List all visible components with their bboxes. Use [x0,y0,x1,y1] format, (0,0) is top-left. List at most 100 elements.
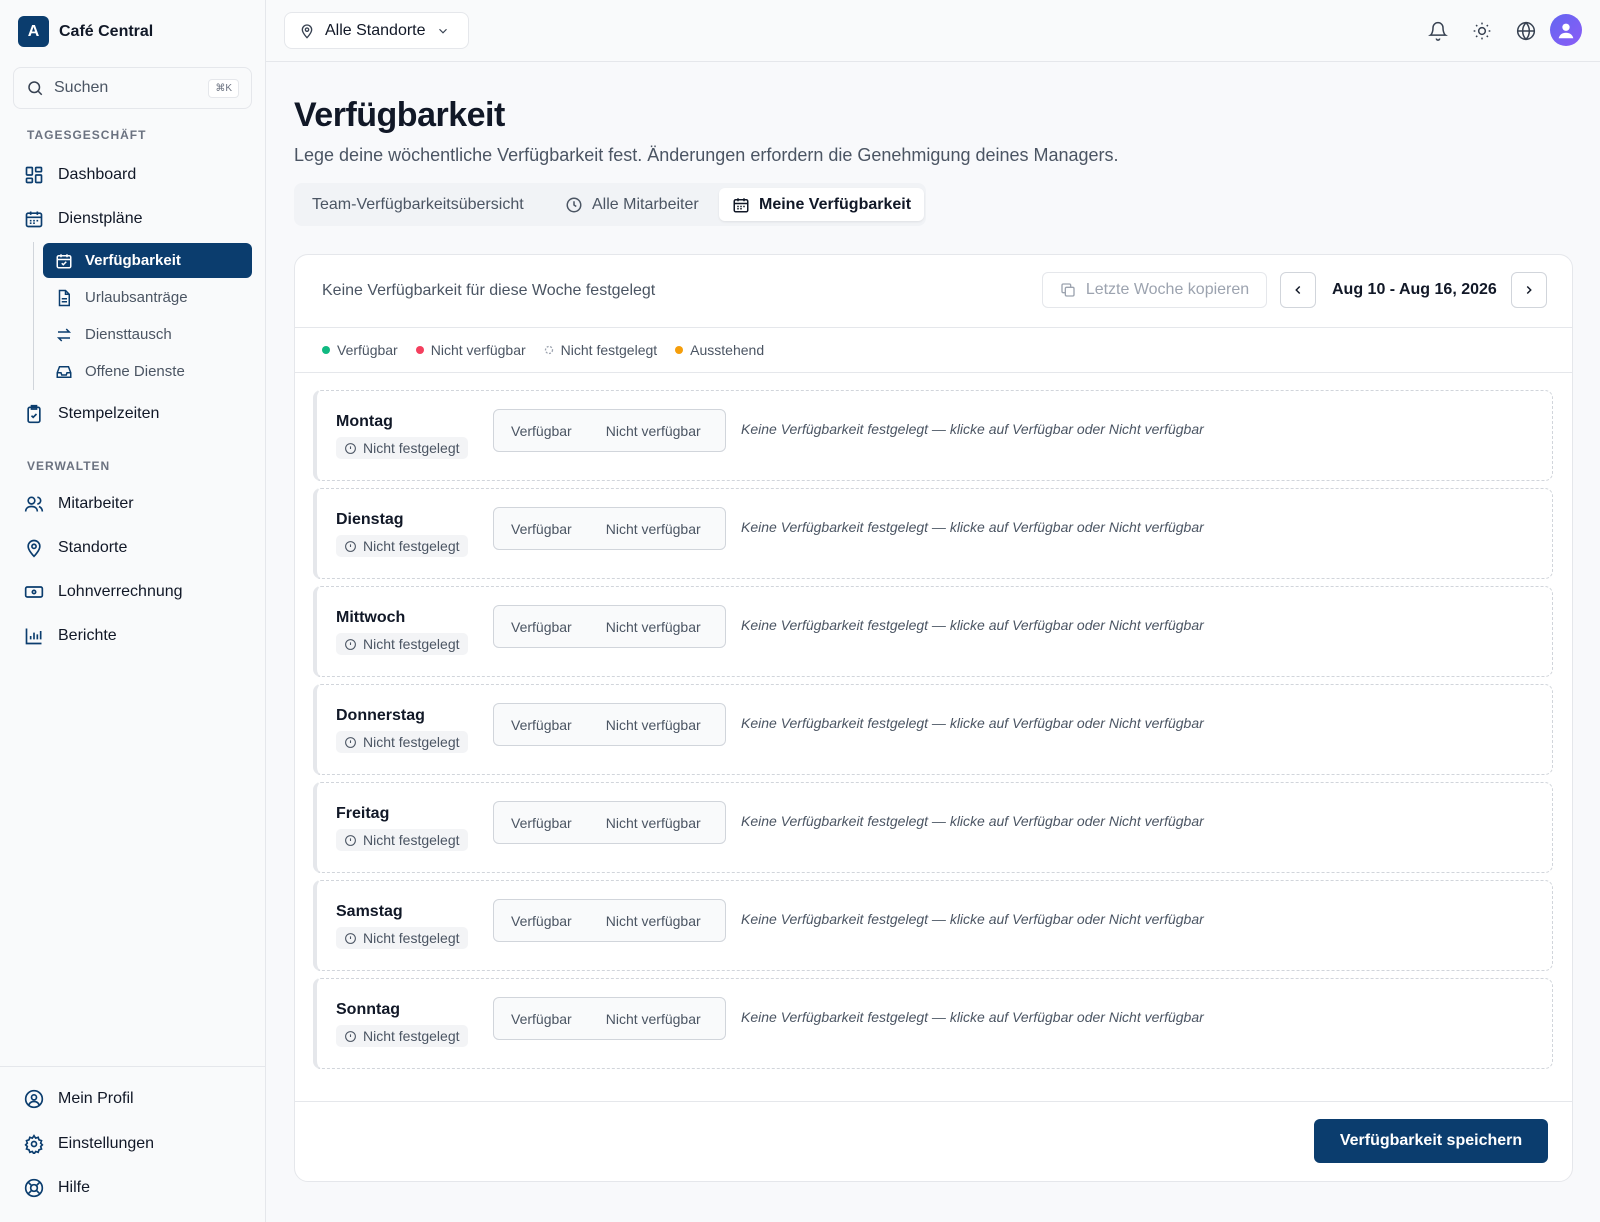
unavailable-button[interactable]: Nicht verfügbar [589,508,718,549]
sidebar-item-reports[interactable]: Berichte [24,622,117,650]
legend-dot [675,346,684,354]
status-badge-label: Nicht festgelegt [363,734,460,750]
sidebar-item-label: Berichte [58,627,117,644]
sidebar-item-label: Dienstpläne [58,210,143,227]
day-hint: Keine Verfügbarkeit festgelegt — klicke … [741,1009,1204,1025]
status-badge: Nicht festgelegt [336,731,468,753]
banknote-icon [24,582,44,602]
swap-icon [55,326,73,344]
status-badge: Nicht festgelegt [336,535,468,557]
search-icon [26,79,44,97]
sidebar-item-label: Stempelzeiten [58,405,160,422]
day-row: Montag Nicht festgelegt Verfügbar Nicht ver… [313,390,1553,481]
available-button[interactable]: Verfügbar [494,900,589,941]
brand-name: Café Central [59,22,154,40]
info-circle-icon [344,442,357,455]
page-title: Verfügbarkeit [294,96,505,134]
status-badge-label: Nicht festgelegt [363,538,460,554]
unavailable-button[interactable]: Nicht verfügbar [589,802,718,843]
save-availability-button[interactable]: Verfügbarkeit speichern [1314,1119,1548,1163]
copy-last-week-label: Letzte Woche kopieren [1085,281,1250,298]
clipboard-check-icon [24,404,44,424]
day-row: Samstag Nicht festgelegt Verfügbar Nicht ve… [313,880,1553,971]
sidebar-item-label: Verfügbarkeit [85,252,181,269]
unavailable-button[interactable]: Nicht verfügbar [589,900,718,941]
next-week-button[interactable] [1511,272,1547,308]
search-input[interactable]: Suchen ⌘K [13,67,252,109]
unavailable-button[interactable]: Nicht verfügbar [589,606,718,647]
location-select[interactable]: Alle Standorte [284,12,469,49]
available-button[interactable]: Verfügbar [494,606,589,647]
day-name: Sonntag [336,1001,400,1018]
status-badge-label: Nicht festgelegt [363,930,460,946]
sidebar-item-employees[interactable]: Mitarbeiter [24,490,134,518]
tab-all-employees[interactable]: Alle Mitarbeiter [552,188,712,221]
search-shortcut: ⌘K [208,78,239,98]
day-hint: Keine Verfügbarkeit festgelegt — klicke … [741,617,1204,633]
sidebar-item-label: Mein Profil [58,1090,134,1107]
dashboard-icon [24,165,44,185]
sidebar-item-settings[interactable]: Einstellungen [24,1130,154,1158]
sidebar-item-label: Hilfe [58,1179,91,1196]
day-hint: Keine Verfügbarkeit festgelegt — klicke … [741,519,1204,535]
globe-icon[interactable] [1514,19,1538,43]
legend-label: Nicht festgelegt [560,342,658,358]
available-button[interactable]: Verfügbar [494,998,589,1039]
inbox-icon [55,363,73,381]
sidebar-item-help[interactable]: Hilfe [24,1174,90,1202]
copy-last-week-button[interactable]: Letzte Woche kopieren [1042,272,1267,308]
sidebar-item-dashboard[interactable]: Dashboard [24,161,136,189]
unavailable-button[interactable]: Nicht verfügbar [589,704,718,745]
info-circle-icon [344,736,357,749]
bell-icon[interactable] [1426,19,1450,43]
available-button[interactable]: Verfügbar [494,508,589,549]
unavailable-button[interactable]: Nicht verfügbar [589,998,718,1039]
tab-team-overview[interactable]: Team-Verfügbarkeitsübersicht [299,188,537,221]
clock-icon [565,196,583,214]
tab-my-availability[interactable]: Meine Verfügbarkeit [719,188,925,221]
day-hint: Keine Verfügbarkeit festgelegt — klicke … [741,911,1204,927]
map-pin-icon [24,538,44,558]
sidebar-item-shift-swap[interactable]: Diensttausch [43,317,252,352]
info-circle-icon [344,638,357,651]
info-circle-icon [344,1030,357,1043]
sun-icon[interactable] [1470,19,1494,43]
unavailable-button[interactable]: Nicht verfügbar [589,410,718,451]
chevron-left-icon [1291,283,1305,297]
users-icon [24,494,44,514]
avatar[interactable] [1550,14,1582,46]
calendar-check-icon [55,252,73,270]
bar-chart-icon [24,626,44,646]
sidebar-item-open-shifts[interactable]: Offene Dienste [43,354,252,389]
tab-label: Alle Mitarbeiter [592,195,699,213]
available-button[interactable]: Verfügbar [494,802,589,843]
tab-label: Meine Verfügbarkeit [759,195,912,213]
sidebar-item-vacation[interactable]: Urlaubsanträge [43,280,252,315]
sidebar-item-schedules[interactable]: Dienstpläne [24,205,143,233]
legend-dot [415,346,424,354]
sidebar-item-availability[interactable]: Verfügbarkeit [43,243,252,278]
available-button[interactable]: Verfügbar [494,410,589,451]
page-subtitle: Lege deine wöchentliche Verfügbarkeit fe… [294,145,1119,165]
day-row: Mittwoch Nicht festgelegt Verfügbar Nicht v… [313,586,1553,677]
sidebar-item-payroll[interactable]: Lohnverrechnung [24,578,183,606]
day-name: Mittwoch [336,609,406,626]
available-button[interactable]: Verfügbar [494,704,589,745]
legend-item: Verfügbar [322,342,398,358]
sidebar-item-locations[interactable]: Standorte [24,534,127,562]
brand[interactable]: A Café Central [18,16,153,47]
location-select-value: Alle Standorte [325,21,426,39]
sidebar-item-timeclock[interactable]: Stempelzeiten [24,400,159,428]
day-row: Sonntag Nicht festgelegt Verfügbar Nicht ve… [313,978,1553,1069]
sidebar-item-label: Urlaubsanträge [85,289,188,306]
previous-week-button[interactable] [1280,272,1316,308]
legend-label: Verfügbar [337,342,398,358]
sidebar-item-label: Lohnverrechnung [58,583,183,600]
search-placeholder: Suchen [54,79,109,96]
day-name: Samstag [336,903,403,920]
calendar-icon [732,196,750,214]
sidebar-item-profile[interactable]: Mein Profil [24,1085,134,1113]
legend-divider [295,372,1572,373]
section-title-daily: TAGESGESCHÄFT [27,128,147,142]
tab-label: Team-Verfügbarkeitsübersicht [312,195,524,213]
